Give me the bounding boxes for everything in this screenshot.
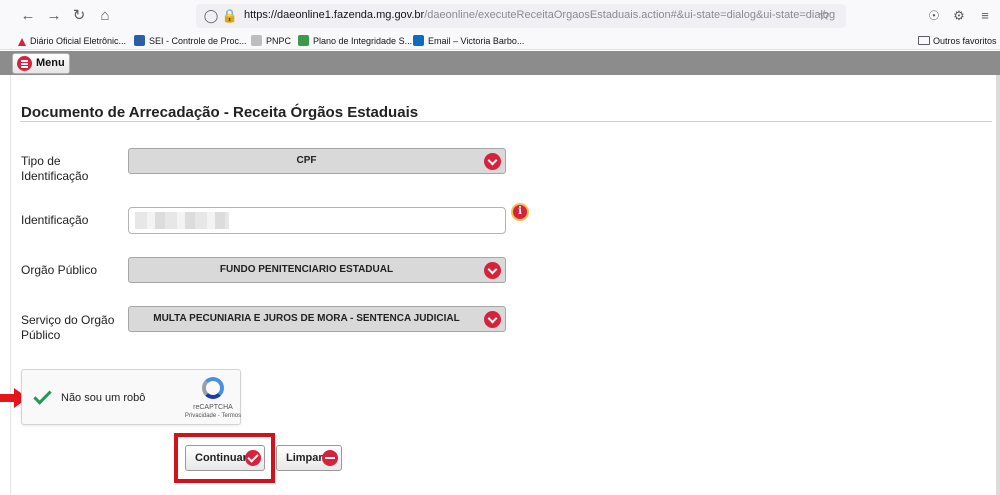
lock-icon[interactable]: 🔒 (221, 7, 239, 25)
address-bar[interactable]: ◯ 🔒 https://daeonline1.fazenda.mg.gov.br… (196, 4, 846, 28)
redacted-value (135, 212, 229, 229)
orgao-publico-value: FUNDO PENITENCIARIO ESTADUAL (219, 264, 394, 275)
plano-icon (298, 35, 309, 46)
chevron-down-icon[interactable] (484, 262, 501, 279)
hamburger-menu-icon[interactable]: ≡ (975, 6, 995, 26)
recaptcha-widget: Não sou um robô reCAPTCHA Privacidade - … (21, 369, 241, 425)
servico-orgao-label: Serviço do Orgão Público (21, 313, 115, 342)
bookmarks-bar: Diário Oficial Eletrônic... SEI - Contro… (0, 32, 1000, 50)
identificacao-label: Identificação (21, 213, 89, 227)
bookmark-plano[interactable]: Plano de Integridade S... (298, 34, 412, 48)
shield-icon[interactable]: ◯ (202, 7, 220, 25)
bookmark-pnpc[interactable]: PNPC (251, 34, 291, 48)
other-favorites[interactable]: Outros favoritos (918, 34, 997, 48)
menu-label: Menu (36, 57, 65, 69)
forward-arrow-icon[interactable]: → (44, 6, 64, 26)
content-panel (10, 75, 996, 495)
chevron-down-icon[interactable] (484, 153, 501, 170)
title-divider (20, 121, 992, 122)
recaptcha-checkbox[interactable] (33, 386, 52, 405)
check-circle-icon (245, 450, 261, 466)
limpar-label: Limpar (286, 452, 323, 464)
servico-orgao-select[interactable]: MULTA PECUNIARIA E JUROS DE MORA - SENTE… (128, 306, 506, 332)
bookmark-email[interactable]: Email – Victoria Barbo... (413, 34, 524, 48)
tipo-identificacao-value: CPF (296, 155, 317, 166)
continuar-label: Continuar (195, 452, 247, 464)
app-top-bar: Menu (0, 51, 1000, 75)
chevron-down-icon[interactable] (484, 311, 501, 328)
pocket-icon[interactable]: ☉ (924, 6, 944, 26)
bookmark-diario[interactable]: Diário Oficial Eletrônic... (18, 34, 126, 48)
browser-toolbar: ← → ↻ ⌂ ◯ 🔒 https://daeonline1.fazenda.m… (0, 0, 1000, 32)
servico-orgao-value: MULTA PECUNIARIA E JUROS DE MORA - SENTE… (153, 313, 460, 324)
info-icon[interactable]: i (511, 203, 529, 221)
reload-icon[interactable]: ↻ (69, 6, 89, 26)
minus-circle-icon (322, 450, 338, 466)
folder-icon (918, 36, 930, 45)
outlook-icon (413, 35, 424, 46)
tipo-identificacao-label: Tipo de Identificação (21, 154, 89, 183)
orgao-publico-select[interactable]: FUNDO PENITENCIARIO ESTADUAL (128, 257, 506, 283)
sei-icon (134, 35, 145, 46)
menu-icon (17, 56, 32, 71)
bookmark-sei[interactable]: SEI - Controle de Proc... (134, 34, 247, 48)
recaptcha-brand: reCAPTCHA (193, 404, 233, 411)
bookmark-star-icon[interactable]: ☆ (818, 7, 831, 24)
home-icon[interactable]: ⌂ (95, 6, 115, 26)
menu-button[interactable]: Menu (12, 53, 70, 74)
continuar-button[interactable]: Continuar (185, 445, 265, 471)
recaptcha-logo-icon (202, 377, 224, 399)
scrollbar[interactable] (996, 75, 1000, 495)
extensions-icon[interactable]: ⚙ (949, 6, 969, 26)
diario-icon (18, 38, 26, 46)
pnpc-icon (251, 35, 262, 46)
tipo-identificacao-select[interactable]: CPF (128, 148, 506, 174)
url-text[interactable]: https://daeonline1.fazenda.mg.gov.br/dae… (244, 9, 835, 21)
recaptcha-label: Não sou um robô (61, 392, 146, 404)
page-title: Documento de Arrecadação - Receita Órgão… (21, 104, 419, 121)
orgao-publico-label: Orgão Público (21, 263, 98, 277)
recaptcha-links[interactable]: Privacidade - Termos (172, 413, 254, 419)
limpar-button[interactable]: Limpar (276, 445, 342, 471)
back-arrow-icon[interactable]: ← (18, 6, 38, 26)
identificacao-input[interactable] (128, 207, 506, 234)
